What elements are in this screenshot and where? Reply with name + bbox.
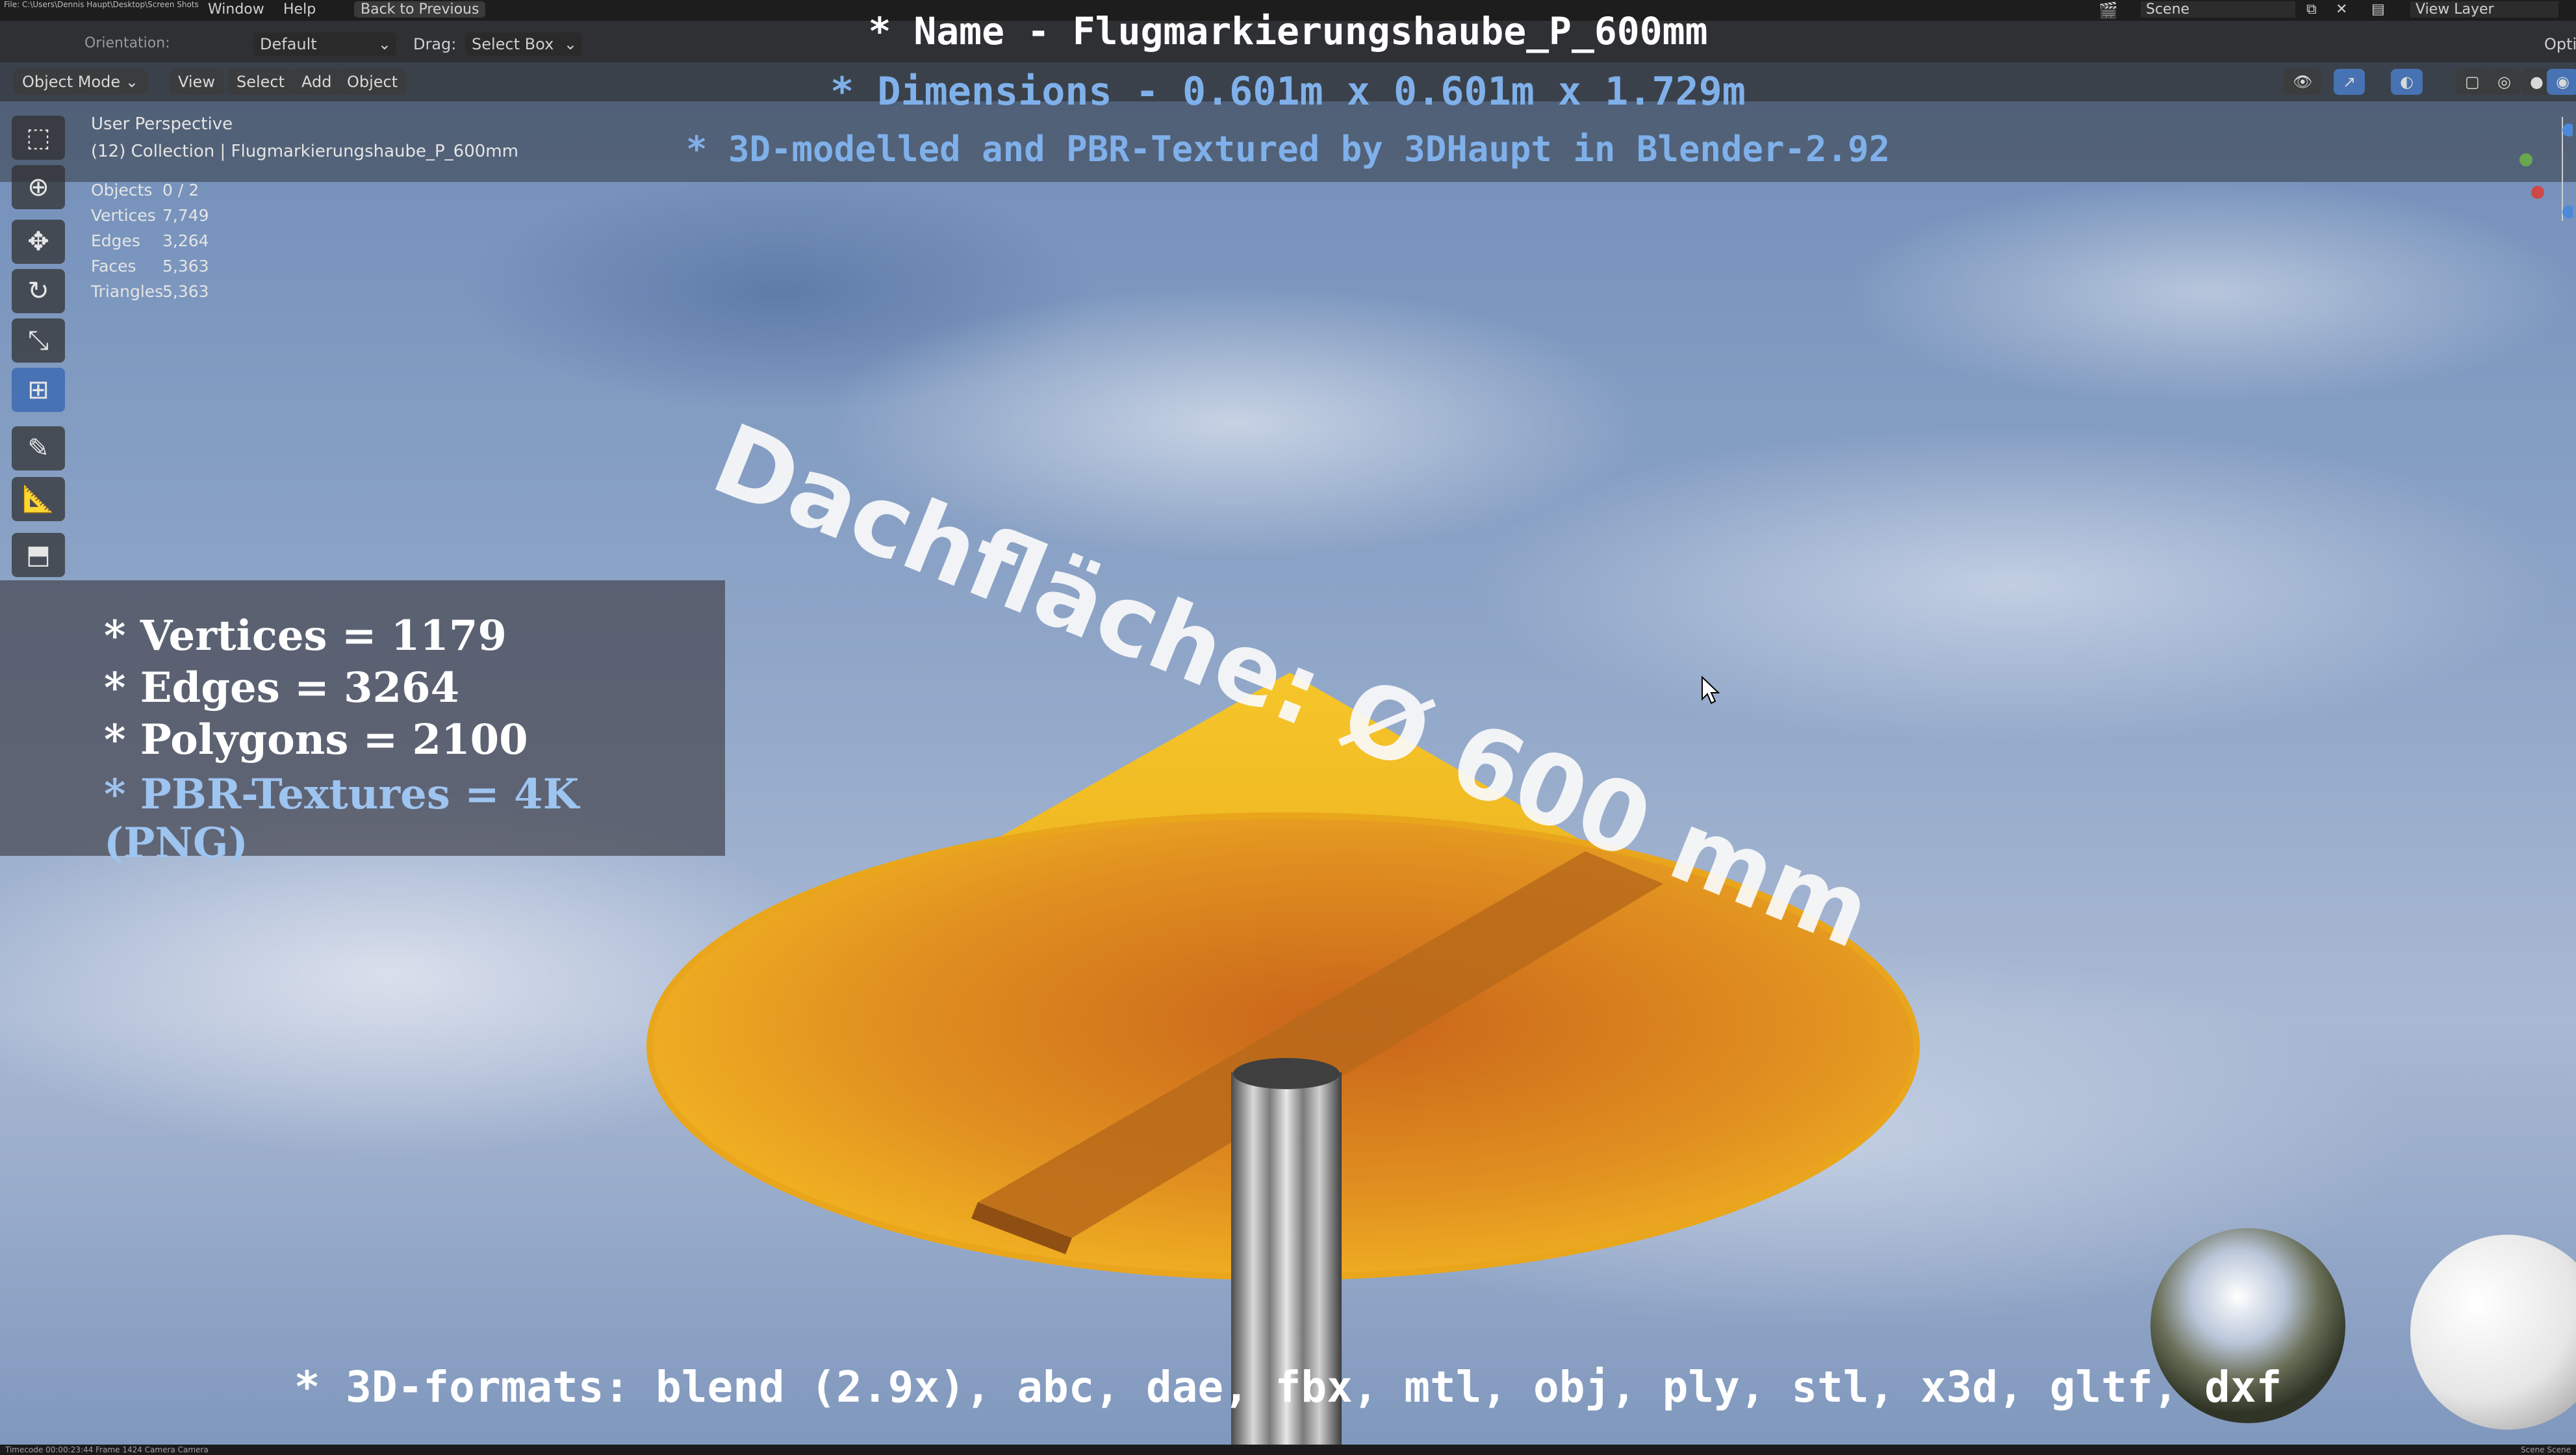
stat-key: Triangles [91,282,164,301]
stat-key: Vertices [91,206,156,225]
stat-value: 0 / 2 [162,181,199,200]
mesh-stats-panel: * Vertices = 1179 * Edges = 3264 * Polyg… [0,580,725,868]
status-bar: Timecode 00:00:23:44 Frame 1424 Camera C… [0,1445,2576,1455]
annotate-tool-icon[interactable]: ✎ [12,426,65,470]
stat-row: Faces 5,363 [91,257,209,282]
stat-value: 5,363 [162,257,209,276]
panel-line-polygons: * Polygons = 2100 [104,715,528,764]
statistics-overlay: Objects 0 / 2 Vertices 7,749 Edges 3,264 Fa… [91,181,209,307]
rotate-tool-icon[interactable]: ↻ [12,269,65,313]
stat-key: Faces [91,257,136,276]
select-box-tool-icon[interactable]: ⬚ [12,116,65,160]
collection-label: (12) Collection | Flugmarkierungshaube_P… [91,142,518,161]
perspective-label: User Perspective [91,114,233,134]
viewport-info: User Perspective (12) Collection | Flugm… [91,114,518,161]
file-path-text: File: C:\Users\Dennis Haupt\Desktop\Scre… [4,0,199,9]
tool-shelf: ⬚ ⊕ ✥ ↻ ⤡ ⊞ ✎ 📐 ⬒ [12,116,65,584]
stat-value: 3,264 [162,231,209,250]
panel-line-vertices: * Vertices = 1179 [104,612,507,660]
z-axis-dot[interactable] [2562,205,2573,218]
stat-row: Edges 3,264 [91,231,209,257]
stat-value: 5,363 [162,282,209,301]
stat-key: Objects [91,181,153,200]
stat-key: Edges [91,231,140,250]
formats-line: * 3D-formats: blend (2.9x), abc, dae, fb… [294,1362,2282,1412]
status-left: Timecode 00:00:23:44 Frame 1424 Camera C… [5,1445,209,1454]
add-cube-tool-icon[interactable]: ⬒ [12,533,65,577]
panel-line-edges: * Edges = 3264 [104,663,460,712]
move-tool-icon[interactable]: ✥ [12,220,65,264]
scale-tool-icon[interactable]: ⤡ [12,318,65,363]
transform-tool-icon[interactable]: ⊞ [12,368,65,412]
measure-tool-icon[interactable]: 📐 [12,477,65,521]
stat-row: Vertices 7,749 [91,206,209,231]
status-right: Scene Scene [2521,1445,2571,1454]
cursor-tool-icon[interactable]: ⊕ [12,165,65,209]
stat-row: Objects 0 / 2 [91,181,209,206]
name-line: * Name - Flugmarkierungshaube_P_600mm [868,9,1708,53]
stat-value: 7,749 [162,206,209,225]
stat-row: Triangles5,363 [91,282,209,307]
x-axis-dot[interactable] [2531,186,2544,199]
dimensions-line: * Dimensions - 0.601m x 0.601m x 1.729m [830,69,1746,114]
mouse-cursor-icon [1702,676,1720,704]
panel-line-textures: * PBR-Textures = 4K (PNG) [104,770,580,868]
